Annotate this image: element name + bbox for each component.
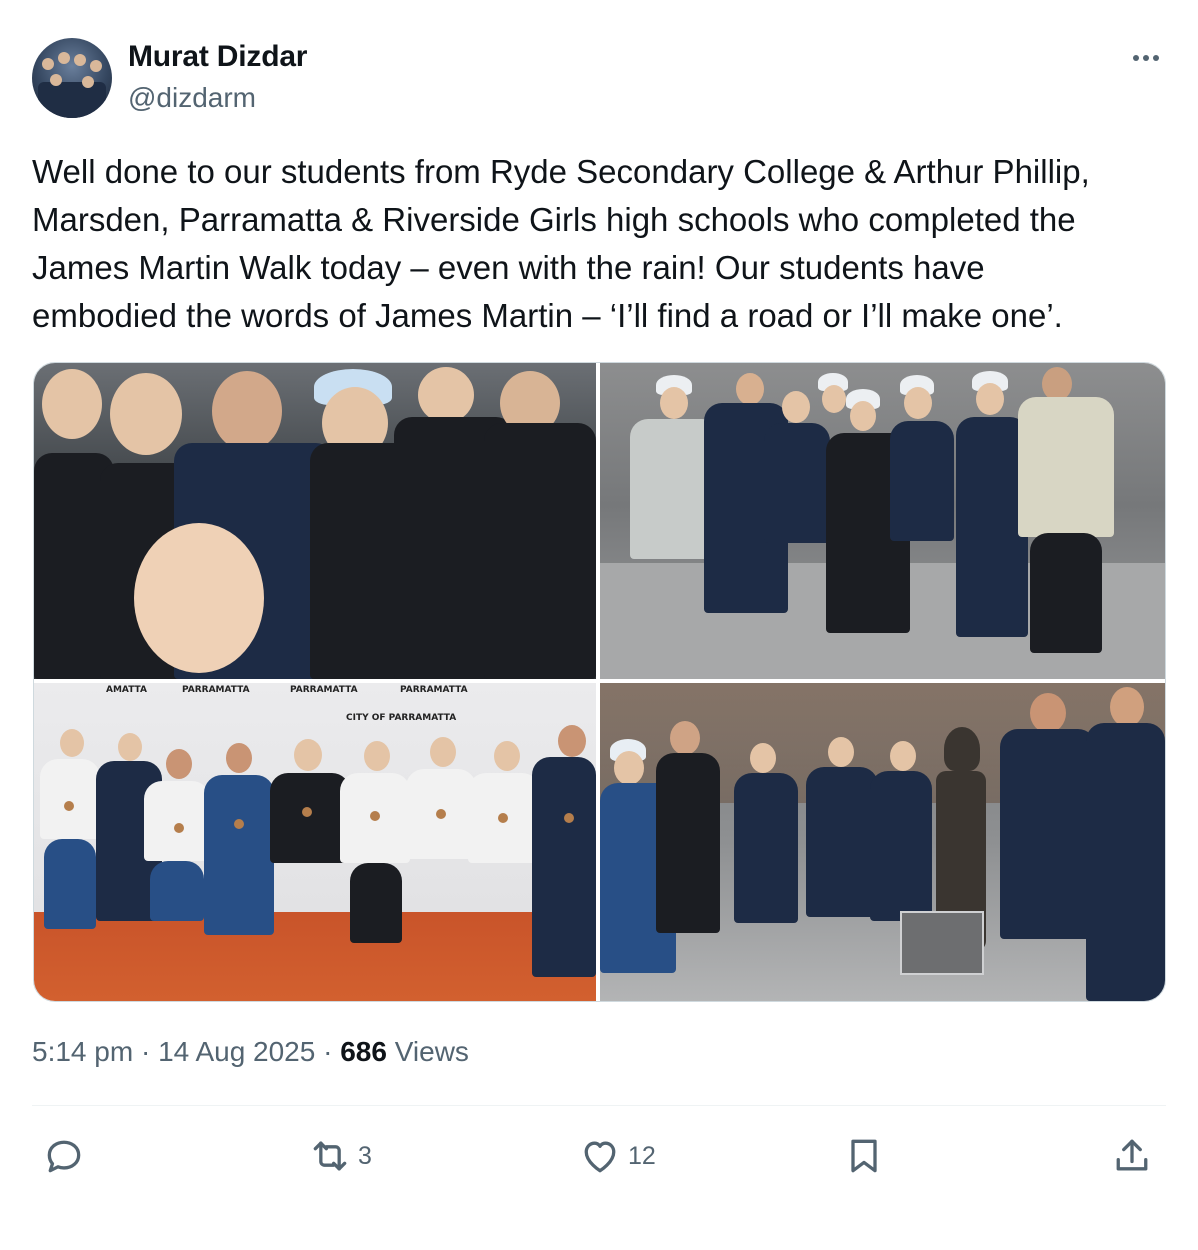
views-label: Views xyxy=(386,1036,469,1067)
banner-text: PARRAMATTA xyxy=(290,685,358,695)
post-text-line: Marsden, Parramatta & Riverside Girls hi… xyxy=(32,201,1076,238)
post-meta: 5:14 pm · 14 Aug 2025 · 686 Views xyxy=(32,1036,469,1068)
author-avatar[interactable] xyxy=(32,38,112,118)
repost-count: 3 xyxy=(358,1141,372,1170)
bookmark-button[interactable] xyxy=(842,1128,886,1184)
heart-icon xyxy=(578,1134,622,1178)
post-time[interactable]: 5:14 pm xyxy=(32,1036,133,1067)
photo-students-with-medals[interactable]: AMATTA PARRAMATTA PARRAMATTA PARRAMATTA … xyxy=(34,683,596,1001)
photo-selfie-group[interactable] xyxy=(34,363,596,679)
photo-thumbs-up-square[interactable] xyxy=(600,363,1165,679)
banner-text: CITY OF PARRAMATTA xyxy=(346,713,457,723)
photo-students-at-statue[interactable] xyxy=(600,683,1165,1001)
meta-separator: · xyxy=(315,1036,341,1067)
divider xyxy=(32,1105,1166,1106)
repost-button[interactable]: 3 xyxy=(308,1128,372,1184)
banner-text: AMATTA xyxy=(106,685,147,695)
post-text-line: embodied the words of James Martin – ‘I’… xyxy=(32,297,1063,334)
author-name[interactable]: Murat Dizdar xyxy=(128,40,307,74)
post-text-line: James Martin Walk today – even with the … xyxy=(32,249,985,286)
reply-icon xyxy=(42,1134,86,1178)
views-count: 686 xyxy=(340,1036,387,1067)
media-grid: AMATTA PARRAMATTA PARRAMATTA PARRAMATTA … xyxy=(33,362,1166,1002)
like-count: 12 xyxy=(628,1141,656,1170)
meta-separator: · xyxy=(133,1036,159,1067)
share-button[interactable] xyxy=(1110,1128,1154,1184)
like-button[interactable]: 12 xyxy=(578,1128,656,1184)
post-text-line: Well done to our students from Ryde Seco… xyxy=(32,153,1090,190)
post-text: Well done to our students from Ryde Seco… xyxy=(32,148,1172,340)
action-bar: 3 12 xyxy=(0,1128,1198,1184)
share-icon xyxy=(1110,1134,1154,1178)
bookmark-icon xyxy=(842,1134,886,1178)
banner-text: PARRAMATTA xyxy=(400,685,468,695)
banner-text: PARRAMATTA xyxy=(182,685,250,695)
reply-button[interactable] xyxy=(42,1128,86,1184)
author-handle[interactable]: @dizdarm xyxy=(128,82,256,114)
more-horizontal-icon[interactable] xyxy=(1126,44,1166,72)
post-date[interactable]: 14 Aug 2025 xyxy=(158,1036,315,1067)
repost-icon xyxy=(308,1134,352,1178)
